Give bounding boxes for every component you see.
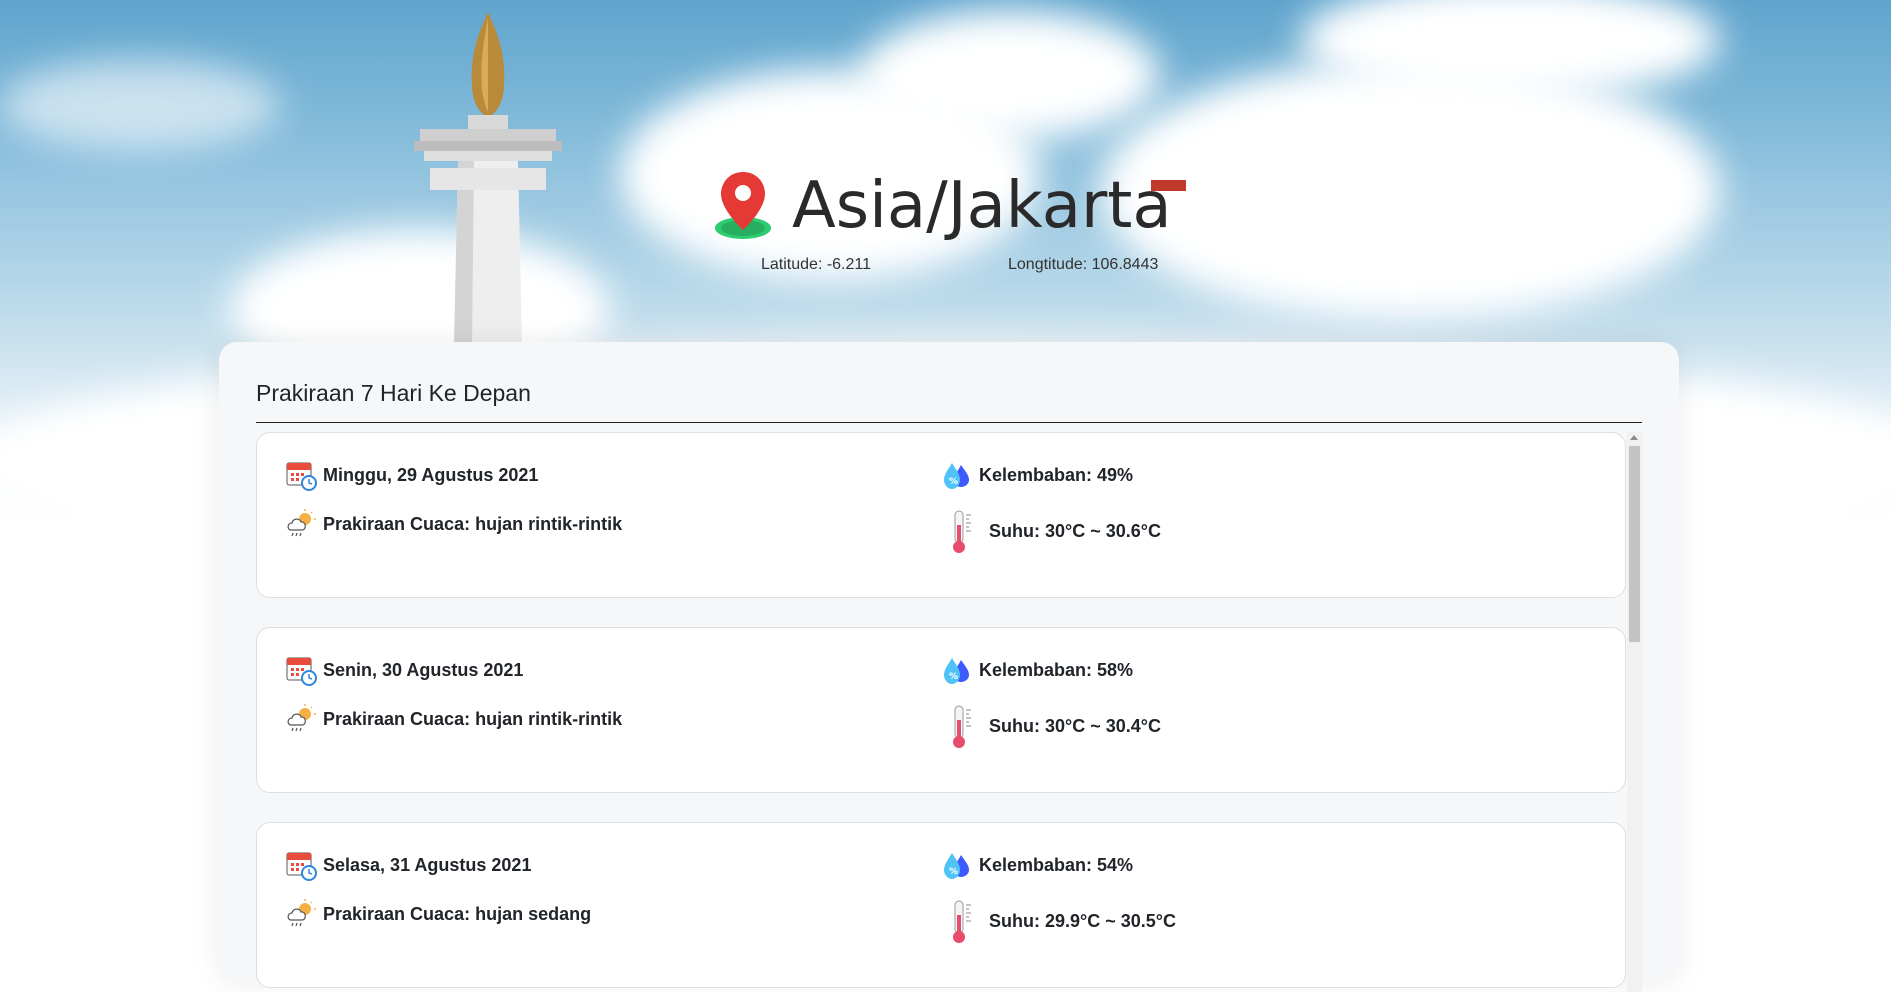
sun-cloud-rain-icon — [287, 899, 316, 927]
temperature-row: Suhu: 30°C ~ 30.4°C — [941, 702, 1161, 750]
forecast-weather: Prakiraan Cuaca: hujan rintik-rintik — [323, 513, 623, 534]
forecast-card: Selasa, 31 Agustus 2021 Prakiraan Cuaca:… — [256, 822, 1626, 988]
forecast-temperature: Suhu: 29.9°C ~ 30.5°C — [989, 910, 1176, 931]
thermometer-icon — [953, 705, 971, 748]
svg-text:%: % — [949, 867, 958, 877]
forecast-panel: Prakiraan 7 Hari Ke Depan Minggu, 29 Agu… — [219, 342, 1679, 992]
scroll-up-arrow-icon[interactable] — [1630, 435, 1638, 440]
forecast-date: Minggu, 29 Agustus 2021 — [323, 464, 539, 485]
forecast-title: Prakiraan 7 Hari Ke Depan — [256, 380, 531, 406]
forecast-temperature: Suhu: 30°C ~ 30.4°C — [989, 715, 1161, 736]
thermometer-icon — [953, 900, 971, 943]
forecast-scrollbar[interactable] — [1627, 432, 1642, 992]
forecast-temperature: Suhu: 30°C ~ 30.6°C — [989, 520, 1161, 541]
calendar-clock-icon — [286, 852, 317, 881]
weather-row: Prakiraan Cuaca: hujan sedang — [285, 898, 591, 930]
location-header: Asia/Jakarta — [712, 170, 1172, 242]
humidity-row: % Kelembaban: 58% — [941, 654, 1133, 686]
date-row: Selasa, 31 Agustus 2021 — [285, 849, 531, 881]
calendar-clock-icon — [286, 657, 317, 686]
cloud-shape — [860, 10, 1160, 140]
map-pin-icon — [715, 172, 771, 239]
thermometer-icon — [953, 510, 971, 553]
forecast-card: Minggu, 29 Agustus 2021 Prakiraan Cuaca:… — [256, 432, 1626, 598]
humidity-row: % Kelembaban: 49% — [941, 459, 1133, 491]
sun-cloud-rain-icon — [287, 509, 316, 537]
location-title: Asia/Jakarta — [792, 169, 1172, 243]
temperature-row: Suhu: 30°C ~ 30.6°C — [941, 507, 1161, 555]
longitude-label: Longtitude: 106.8443 — [1008, 256, 1159, 273]
svg-text:%: % — [949, 477, 958, 487]
forecast-date: Selasa, 31 Agustus 2021 — [323, 854, 532, 875]
humidity-drops-icon: % — [944, 658, 969, 684]
weather-row: Prakiraan Cuaca: hujan rintik-rintik — [285, 508, 622, 540]
forecast-list[interactable]: Minggu, 29 Agustus 2021 Prakiraan Cuaca:… — [256, 432, 1642, 992]
cloud-shape — [0, 60, 280, 150]
forecast-weather: Prakiraan Cuaca: hujan sedang — [323, 903, 592, 924]
title-divider — [256, 422, 1642, 423]
forecast-humidity: Kelembaban: 49% — [979, 464, 1134, 485]
monument-illustration — [414, 12, 562, 345]
temperature-row: Suhu: 29.9°C ~ 30.5°C — [941, 897, 1176, 945]
forecast-weather: Prakiraan Cuaca: hujan rintik-rintik — [323, 708, 623, 729]
sun-cloud-rain-icon — [287, 704, 316, 732]
latitude-label: Latitude: -6.211 — [761, 256, 872, 273]
date-row: Senin, 30 Agustus 2021 — [285, 654, 523, 686]
forecast-humidity: Kelembaban: 58% — [979, 659, 1134, 680]
cloud-shape — [1100, 60, 1720, 320]
forecast-date: Senin, 30 Agustus 2021 — [323, 659, 524, 680]
forecast-card: Senin, 30 Agustus 2021 Prakiraan Cuaca: … — [256, 627, 1626, 793]
humidity-row: % Kelembaban: 54% — [941, 849, 1133, 881]
calendar-clock-icon — [286, 462, 317, 491]
forecast-humidity: Kelembaban: 54% — [979, 854, 1134, 875]
humidity-drops-icon: % — [944, 853, 969, 879]
weather-row: Prakiraan Cuaca: hujan rintik-rintik — [285, 703, 622, 735]
svg-text:%: % — [949, 672, 958, 682]
scrollbar-thumb[interactable] — [1629, 446, 1640, 642]
date-row: Minggu, 29 Agustus 2021 — [285, 459, 538, 491]
flag-icon — [1151, 180, 1186, 191]
humidity-drops-icon: % — [944, 463, 969, 489]
